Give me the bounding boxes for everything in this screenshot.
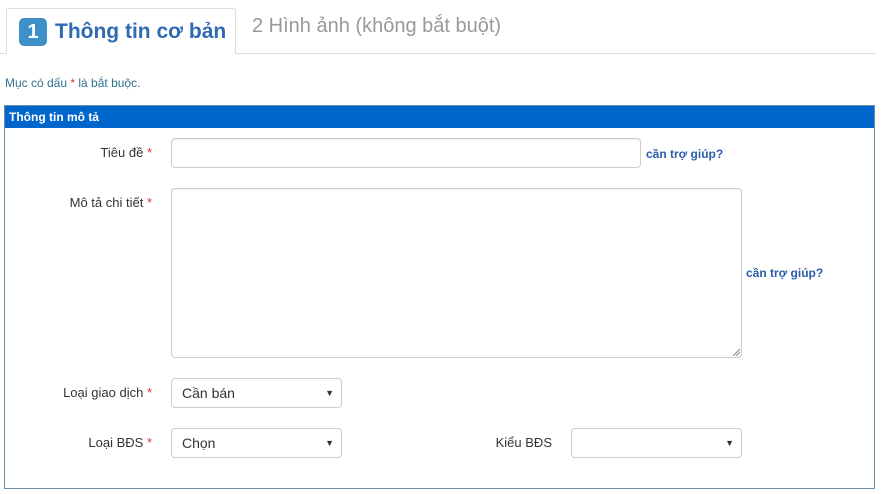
caret-down-icon: ▼	[325, 388, 334, 398]
transaction-type-value: Cần bán	[182, 385, 235, 401]
title-input[interactable]	[171, 138, 641, 168]
property-type-select[interactable]: Chọn ▼	[171, 428, 342, 458]
property-type-label: Loại BĐS *	[88, 435, 152, 450]
tab-images[interactable]: 2 Hình ảnh (không bắt buột)	[252, 15, 501, 38]
caret-down-icon: ▼	[325, 438, 334, 448]
transaction-type-label: Loại giao dịch *	[63, 385, 152, 400]
description-panel: Thông tin mô tả Tiêu đề * cần trợ giúp? …	[4, 105, 875, 489]
tab-basic-info[interactable]: 1 Thông tin cơ bản	[6, 8, 236, 54]
property-style-select[interactable]: ▼	[571, 428, 742, 458]
tab-bar: 1 Thông tin cơ bản 2 Hình ảnh (không bắt…	[0, 0, 876, 54]
property-type-value: Chọn	[182, 435, 216, 451]
description-help-link[interactable]: cần trợ giúp?	[746, 266, 823, 280]
transaction-type-select[interactable]: Cần bán ▼	[171, 378, 342, 408]
description-textarea[interactable]	[171, 188, 742, 358]
required-note: Mục có dấu * là bắt buộc.	[5, 76, 141, 90]
title-help-link[interactable]: cần trợ giúp?	[646, 147, 723, 161]
caret-down-icon: ▼	[725, 438, 734, 448]
tab-step-number: 1	[19, 17, 47, 46]
tab-label: Thông tin cơ bản	[55, 19, 227, 43]
description-label: Mô tả chi tiết *	[69, 195, 152, 210]
panel-title: Thông tin mô tả	[5, 106, 874, 128]
title-label: Tiêu đề *	[100, 145, 152, 160]
property-style-label: Kiểu BĐS	[495, 435, 552, 450]
resize-handle-icon[interactable]	[732, 348, 740, 356]
